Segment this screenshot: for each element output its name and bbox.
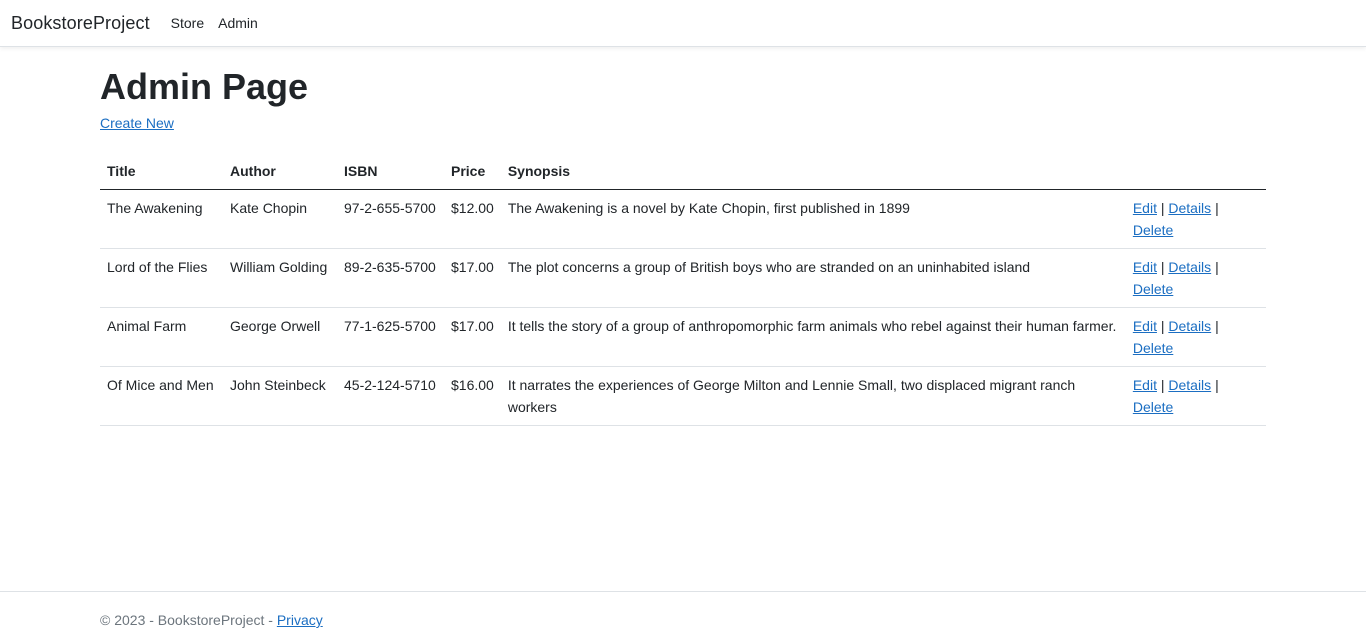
header-synopsis: Synopsis bbox=[500, 155, 1126, 190]
edit-link[interactable]: Edit bbox=[1133, 318, 1157, 334]
cell-synopsis: It narrates the experiences of George Mi… bbox=[500, 366, 1126, 426]
details-link[interactable]: Details bbox=[1168, 377, 1211, 393]
cell-isbn: 89-2-635-5700 bbox=[337, 248, 444, 308]
edit-link[interactable]: Edit bbox=[1133, 259, 1157, 275]
copyright-text: © 2023 - BookstoreProject - bbox=[100, 612, 277, 628]
header-actions bbox=[1125, 155, 1266, 190]
cell-author: George Orwell bbox=[223, 307, 337, 367]
cell-actions: Edit | Details | Delete bbox=[1125, 366, 1266, 426]
cell-synopsis: It tells the story of a group of anthrop… bbox=[500, 307, 1126, 367]
cell-price: $17.00 bbox=[444, 307, 501, 367]
separator: | bbox=[1215, 377, 1219, 393]
details-link[interactable]: Details bbox=[1168, 318, 1211, 334]
cell-title: Animal Farm bbox=[100, 307, 223, 367]
header-price: Price bbox=[444, 155, 501, 190]
table-row: Animal Farm George Orwell 77-1-625-5700 … bbox=[100, 307, 1266, 367]
delete-link[interactable]: Delete bbox=[1133, 222, 1173, 238]
nav-link-admin[interactable]: Admin bbox=[218, 15, 258, 31]
edit-link[interactable]: Edit bbox=[1133, 200, 1157, 216]
cell-synopsis: The Awakening is a novel by Kate Chopin,… bbox=[500, 189, 1126, 249]
cell-title: Lord of the Flies bbox=[100, 248, 223, 308]
brand-link[interactable]: BookstoreProject bbox=[11, 13, 150, 34]
cell-author: John Steinbeck bbox=[223, 366, 337, 426]
cell-isbn: 45-2-124-5710 bbox=[337, 366, 444, 426]
create-new-link[interactable]: Create New bbox=[100, 115, 174, 131]
page-title: Admin Page bbox=[100, 66, 309, 107]
cell-price: $12.00 bbox=[444, 189, 501, 249]
cell-title: Of Mice and Men bbox=[100, 366, 223, 426]
footer-text: © 2023 - BookstoreProject - Privacy bbox=[100, 612, 323, 628]
cell-actions: Edit | Details | Delete bbox=[1125, 307, 1266, 367]
cell-isbn: 97-2-655-5700 bbox=[337, 189, 444, 249]
cell-synopsis: The plot concerns a group of British boy… bbox=[500, 248, 1126, 308]
cell-price: $17.00 bbox=[444, 248, 501, 308]
table-row: Lord of the Flies William Golding 89-2-6… bbox=[100, 248, 1266, 308]
cell-author: Kate Chopin bbox=[223, 189, 337, 249]
cell-price: $16.00 bbox=[444, 366, 501, 426]
header-isbn: ISBN bbox=[337, 155, 444, 190]
cell-author: William Golding bbox=[223, 248, 337, 308]
separator: | bbox=[1215, 259, 1219, 275]
details-link[interactable]: Details bbox=[1168, 259, 1211, 275]
cell-isbn: 77-1-625-5700 bbox=[337, 307, 444, 367]
nav-link-store[interactable]: Store bbox=[171, 15, 204, 31]
header-author: Author bbox=[223, 155, 337, 190]
navbar: BookstoreProject Store Admin bbox=[0, 0, 1366, 47]
table-header-row: Title Author ISBN Price Synopsis bbox=[100, 155, 1266, 190]
cell-actions: Edit | Details | Delete bbox=[1125, 248, 1266, 308]
details-link[interactable]: Details bbox=[1168, 200, 1211, 216]
table-row: The Awakening Kate Chopin 97-2-655-5700 … bbox=[100, 189, 1266, 249]
delete-link[interactable]: Delete bbox=[1133, 399, 1173, 415]
edit-link[interactable]: Edit bbox=[1133, 377, 1157, 393]
header-title: Title bbox=[100, 155, 223, 190]
privacy-link[interactable]: Privacy bbox=[277, 612, 323, 628]
delete-link[interactable]: Delete bbox=[1133, 281, 1173, 297]
separator: | bbox=[1215, 200, 1219, 216]
table-row: Of Mice and Men John Steinbeck 45-2-124-… bbox=[100, 366, 1266, 426]
books-table: Title Author ISBN Price Synopsis The Awa… bbox=[100, 155, 1266, 426]
separator: | bbox=[1215, 318, 1219, 334]
delete-link[interactable]: Delete bbox=[1133, 340, 1173, 356]
main-content: Admin Page Create New Title Author ISBN … bbox=[0, 66, 1366, 426]
footer: © 2023 - BookstoreProject - Privacy bbox=[0, 591, 1366, 638]
cell-actions: Edit | Details | Delete bbox=[1125, 189, 1266, 249]
cell-title: The Awakening bbox=[100, 189, 223, 249]
